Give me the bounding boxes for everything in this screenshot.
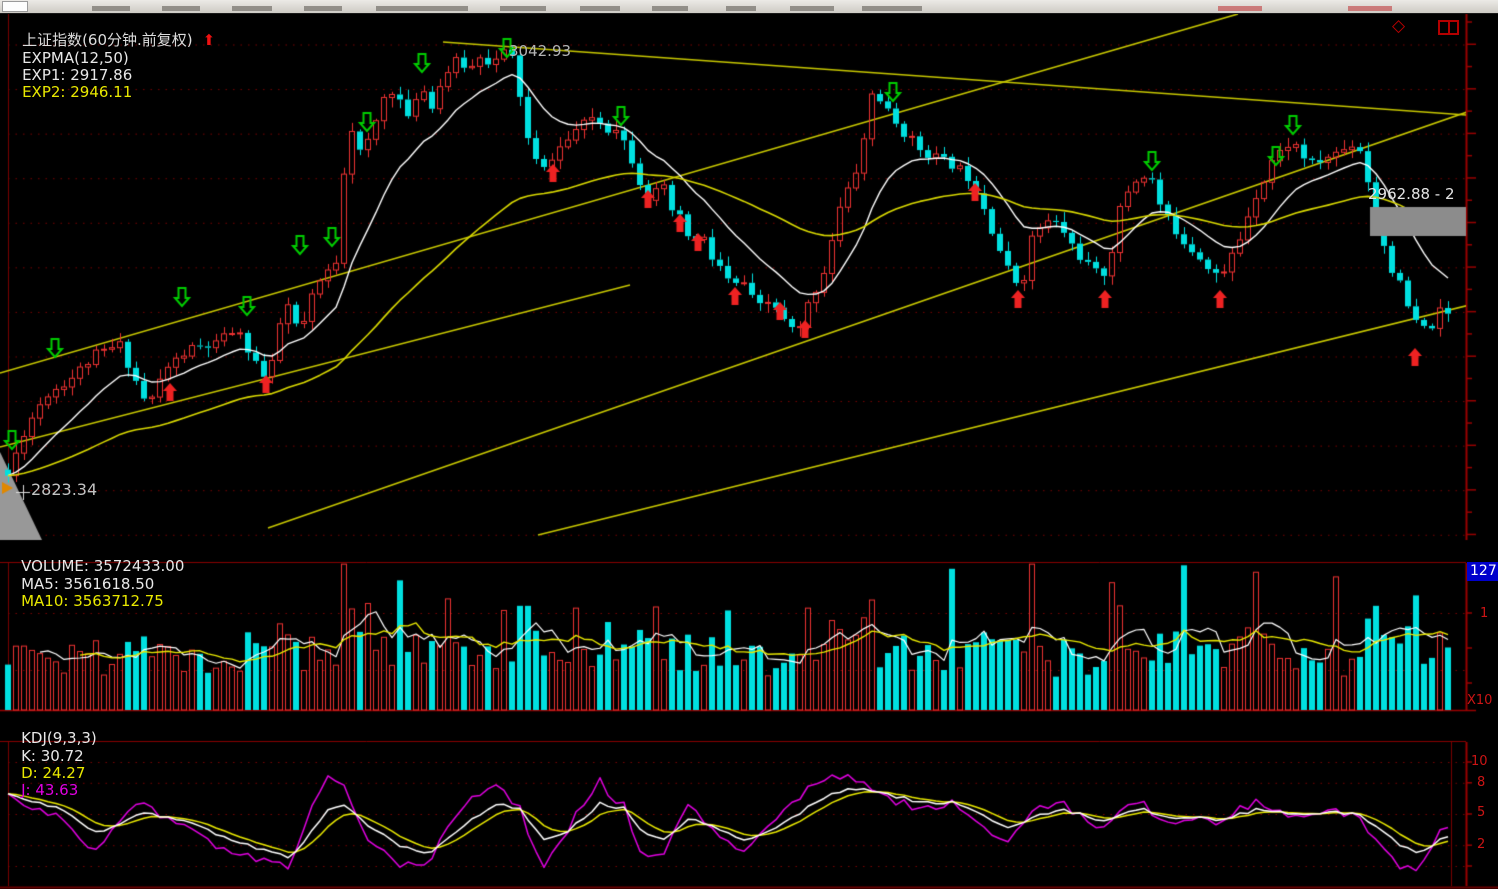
indicator-name: EXPMA(12,50) <box>22 49 129 67</box>
chart-canvas[interactable] <box>0 0 1498 889</box>
menu-item-stub[interactable] <box>232 6 272 11</box>
instrument-title: 上证指数(60分钟.前复权) <box>22 31 193 49</box>
trading-app-window: 上证指数(60分钟.前复权) ⬆ EXPMA(12,50) EXP1: 2917.… <box>0 0 1498 889</box>
kdj-k-value: K: 30.72 <box>21 747 84 765</box>
diamond-icon[interactable]: ◇ <box>1392 17 1405 37</box>
menu-item-stub[interactable] <box>304 6 342 11</box>
menu-item-stub[interactable] <box>500 6 546 11</box>
split-window-icon[interactable] <box>1438 20 1459 35</box>
volume-axis-max-badge: 127 <box>1467 562 1498 581</box>
kdj-axis-label-100: 10 <box>1471 755 1497 770</box>
menu-item-stub[interactable] <box>790 6 834 11</box>
volume-value: VOLUME: 3572433.00 <box>21 557 184 575</box>
exp1-value: EXP1: 2917.86 <box>22 66 132 84</box>
peak-price-label: 3042.93 <box>509 43 571 60</box>
kdj-j-value: J: 43.63 <box>21 781 78 799</box>
kdj-axis-label-80: 8 <box>1477 776 1498 791</box>
volume-unit-label: X10 <box>1467 694 1492 709</box>
menu-bar[interactable] <box>0 0 1498 14</box>
main-chart-header: 上证指数(60分钟.前复权) ⬆ EXPMA(12,50) EXP1: 2917.… <box>3 15 225 119</box>
kdj-pane-header: KDJ(9,3,3) K: 30.72 D: 24.27 J: 43.63 <box>2 713 105 817</box>
volume-ma5: MA5: 3561618.50 <box>21 575 154 593</box>
menu-item-stub[interactable] <box>862 6 922 11</box>
menu-item-stub[interactable] <box>92 6 130 11</box>
range-price-label: 2962.88 - 2 <box>1368 186 1465 203</box>
kdj-axis-label-50: 5 <box>1477 806 1498 821</box>
volume-axis-label: 1 <box>1480 607 1488 622</box>
menu-item-stub-highlight[interactable] <box>1218 6 1262 11</box>
split-window-icon-bar <box>1448 22 1450 33</box>
volume-pane-header: VOLUME: 3572433.00 MA5: 3561618.50 MA10:… <box>2 541 192 627</box>
exp2-value: EXP2: 2946.11 <box>22 83 132 101</box>
menu-item-stub-highlight[interactable] <box>1348 6 1392 11</box>
menu-item-stub[interactable] <box>376 6 468 11</box>
kdj-axis-label-20: 2 <box>1477 838 1498 853</box>
menu-item-stub[interactable] <box>162 6 200 11</box>
up-arrow-icon: ⬆ <box>203 31 216 49</box>
kdj-name: KDJ(9,3,3) <box>21 729 97 747</box>
menu-logo-box[interactable] <box>2 1 28 12</box>
menu-item-stub[interactable] <box>726 6 756 11</box>
menu-item-stub[interactable] <box>652 6 688 11</box>
kdj-d-value: D: 24.27 <box>21 764 85 782</box>
menu-item-stub[interactable] <box>580 6 620 11</box>
low-price-label: 2823.34 <box>31 481 97 499</box>
volume-ma10: MA10: 3563712.75 <box>21 592 164 610</box>
